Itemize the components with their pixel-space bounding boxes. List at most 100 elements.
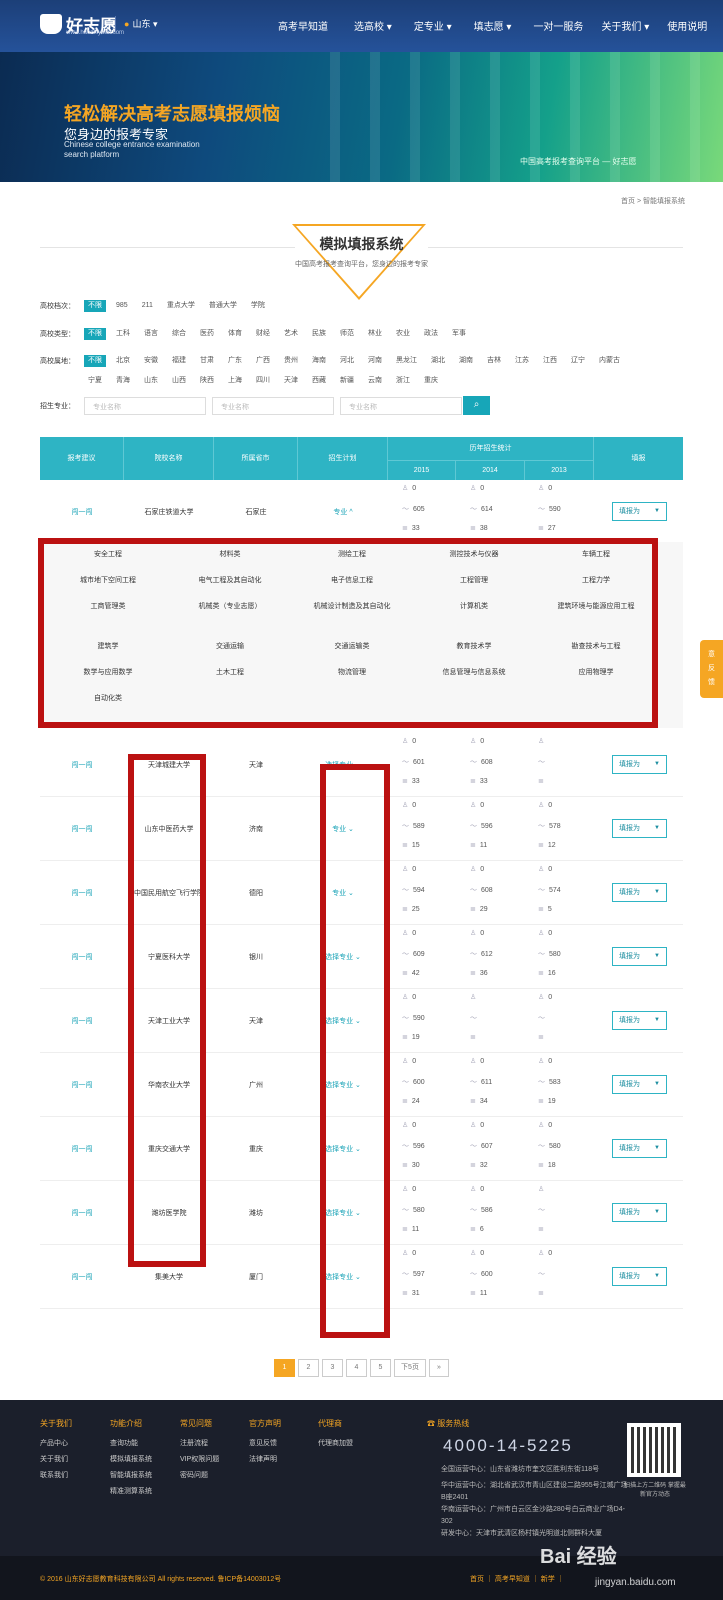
school-name[interactable]: 集美大学 <box>124 1272 214 1282</box>
footer-link[interactable]: 关于我们 <box>40 1452 72 1468</box>
advice-link[interactable]: 闯一闯 <box>40 952 124 962</box>
type-option[interactable]: 民族 <box>308 328 330 340</box>
footer-link[interactable]: VIP权限问题 <box>180 1452 219 1468</box>
nav-item-help[interactable]: 使用说明 <box>667 18 707 33</box>
footer-link[interactable]: 产品中心 <box>40 1436 72 1452</box>
region-option[interactable]: 上海 <box>224 375 246 387</box>
advice-link[interactable]: 闯一闯 <box>40 1016 124 1026</box>
region-option[interactable]: 天津 <box>280 375 302 387</box>
region-option[interactable]: 甘肃 <box>196 355 218 367</box>
nav-item-fill[interactable]: 填志愿 ▾ <box>474 18 512 33</box>
region-option[interactable]: 河北 <box>336 355 358 367</box>
type-option[interactable]: 师范 <box>336 328 358 340</box>
region-option[interactable]: 黑龙江 <box>392 355 421 367</box>
region-option[interactable]: 西藏 <box>308 375 330 387</box>
region-option[interactable]: 河南 <box>364 355 386 367</box>
fill-as-button[interactable]: 填报为 ▼ <box>612 502 667 521</box>
page-2-button[interactable]: 2 <box>298 1359 319 1377</box>
fill-as-button[interactable]: 填报为 ▼ <box>612 1139 667 1158</box>
major-input-1[interactable]: 专业名称 <box>84 397 206 415</box>
fill-as-button[interactable]: 填报为 ▼ <box>612 819 667 838</box>
footer-links[interactable]: 首页 ｜ 高考早知道 ｜ 新学 ｜ <box>470 1574 564 1584</box>
next-pages-button[interactable]: 下5页 <box>394 1359 426 1377</box>
region-option[interactable]: 广西 <box>252 355 274 367</box>
region-option[interactable]: 湖北 <box>427 355 449 367</box>
region-option[interactable]: 福建 <box>168 355 190 367</box>
fill-as-button[interactable]: 填报为 ▼ <box>612 1203 667 1222</box>
school-name[interactable]: 石家庄铁道大学 <box>124 507 214 517</box>
level-option[interactable]: 普通大学 <box>205 300 241 312</box>
type-option[interactable]: 财经 <box>252 328 274 340</box>
footer-link[interactable]: 注册流程 <box>180 1436 219 1452</box>
level-option[interactable]: 重点大学 <box>163 300 199 312</box>
logo-icon[interactable] <box>40 14 62 34</box>
type-option[interactable]: 不限 <box>84 328 106 340</box>
region-option[interactable]: 山东 <box>140 375 162 387</box>
nav-item-about[interactable]: 关于我们 ▾ <box>601 18 649 33</box>
nav-item-service[interactable]: 一对一服务 <box>533 18 583 33</box>
advice-link[interactable]: 闯一闯 <box>40 1272 124 1282</box>
advice-link[interactable]: 闯一闯 <box>40 824 124 834</box>
feedback-tab[interactable]: 意 反 馈 <box>700 640 723 698</box>
type-option[interactable]: 综合 <box>168 328 190 340</box>
type-option[interactable]: 艺术 <box>280 328 302 340</box>
advice-link[interactable]: 闯一闯 <box>40 1208 124 1218</box>
footer-link[interactable]: 代理商加盟 <box>318 1436 353 1452</box>
type-option[interactable]: 工科 <box>112 328 134 340</box>
footer-link[interactable]: 模拟填报系统 <box>110 1452 152 1468</box>
footer-link[interactable]: 法律声明 <box>249 1452 281 1468</box>
page-1-button[interactable]: 1 <box>274 1359 295 1377</box>
region-option[interactable]: 北京 <box>112 355 134 367</box>
fill-as-button[interactable]: 填报为 ▼ <box>612 1075 667 1094</box>
level-option[interactable]: 211 <box>138 300 157 312</box>
fill-as-button[interactable]: 填报为 ▼ <box>612 1011 667 1030</box>
page-5-button[interactable]: 5 <box>370 1359 391 1377</box>
fill-as-button[interactable]: 填报为 ▼ <box>612 1267 667 1286</box>
region-option[interactable]: 江西 <box>539 355 561 367</box>
region-option[interactable]: 浙江 <box>392 375 414 387</box>
region-option[interactable]: 江苏 <box>511 355 533 367</box>
region-option[interactable]: 安徽 <box>140 355 162 367</box>
type-option[interactable]: 农业 <box>392 328 414 340</box>
page-3-button[interactable]: 3 <box>322 1359 343 1377</box>
type-option[interactable]: 医药 <box>196 328 218 340</box>
region-option[interactable]: 山西 <box>168 375 190 387</box>
region-option[interactable]: 贵州 <box>280 355 302 367</box>
type-option[interactable]: 军事 <box>448 328 470 340</box>
last-page-button[interactable]: » <box>429 1359 449 1377</box>
region-option[interactable]: 新疆 <box>336 375 358 387</box>
region-option[interactable]: 云南 <box>364 375 386 387</box>
type-option[interactable]: 体育 <box>224 328 246 340</box>
breadcrumb-home[interactable]: 首页 <box>621 198 635 205</box>
nav-item-gaokao[interactable]: 高考早知道 <box>278 18 328 33</box>
region-option[interactable]: 辽宁 <box>567 355 589 367</box>
type-option[interactable]: 语言 <box>140 328 162 340</box>
type-option[interactable]: 林业 <box>364 328 386 340</box>
fill-as-button[interactable]: 填报为 ▼ <box>612 947 667 966</box>
plan-dropdown[interactable]: 专业 ^ <box>298 507 388 517</box>
footer-link[interactable]: 智能填报系统 <box>110 1468 152 1484</box>
advice-link[interactable]: 闯一闯 <box>40 1080 124 1090</box>
page-4-button[interactable]: 4 <box>346 1359 367 1377</box>
region-option[interactable]: 重庆 <box>420 375 442 387</box>
footer-link[interactable]: 精准测算系统 <box>110 1484 152 1500</box>
type-option[interactable]: 政法 <box>420 328 442 340</box>
fill-as-button[interactable]: 填报为 ▼ <box>612 883 667 902</box>
major-input-2[interactable]: 专业名称 <box>212 397 334 415</box>
footer-link[interactable]: 联系我们 <box>40 1468 72 1484</box>
level-option[interactable]: 学院 <box>247 300 269 312</box>
major-input-3[interactable]: 专业名称 <box>340 397 462 415</box>
region-option[interactable]: 广东 <box>224 355 246 367</box>
search-button[interactable]: ⌕ <box>463 396 490 415</box>
region-option[interactable]: 陕西 <box>196 375 218 387</box>
nav-item-schools[interactable]: 选高校 ▾ <box>354 18 392 33</box>
region-option[interactable]: 吉林 <box>483 355 505 367</box>
advice-link[interactable]: 闯一闯 <box>40 1144 124 1154</box>
location-selector[interactable]: ● 山东 ▾ <box>115 16 157 32</box>
region-option[interactable]: 四川 <box>252 375 274 387</box>
footer-link[interactable]: 查询功能 <box>110 1436 152 1452</box>
region-option[interactable]: 内蒙古 <box>595 355 624 367</box>
footer-link[interactable]: 密码问题 <box>180 1468 219 1484</box>
nav-item-majors[interactable]: 定专业 ▾ <box>414 18 452 33</box>
advice-link[interactable]: 闯一闯 <box>40 888 124 898</box>
